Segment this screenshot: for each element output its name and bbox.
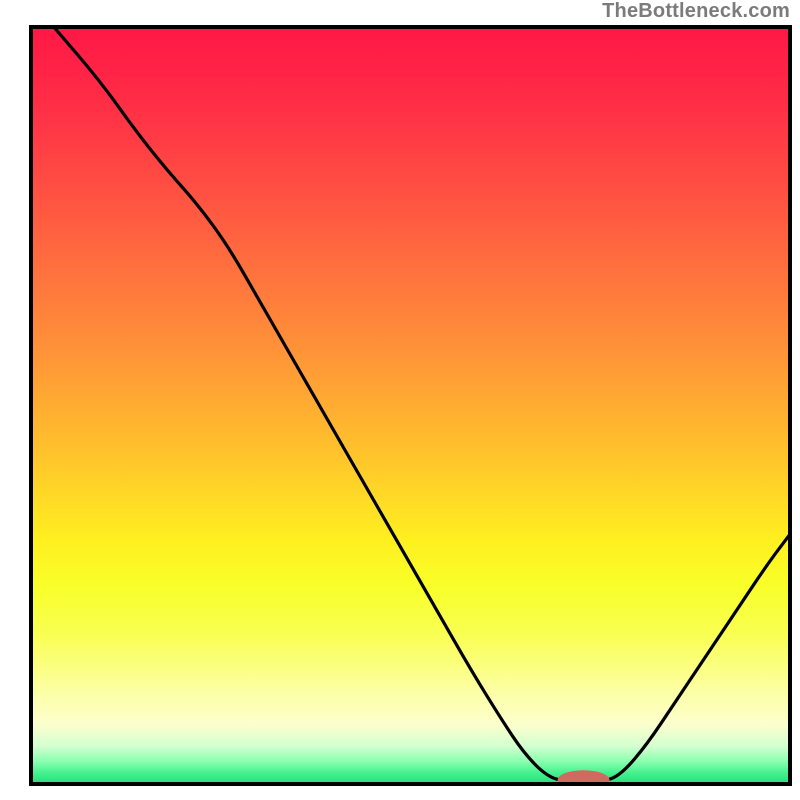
watermark-text: TheBottleneck.com — [602, 0, 790, 23]
chart-stage: { "watermark": "TheBottleneck.com", "col… — [0, 0, 800, 800]
bottleneck-chart — [0, 0, 800, 800]
optimal-marker — [558, 770, 610, 790]
